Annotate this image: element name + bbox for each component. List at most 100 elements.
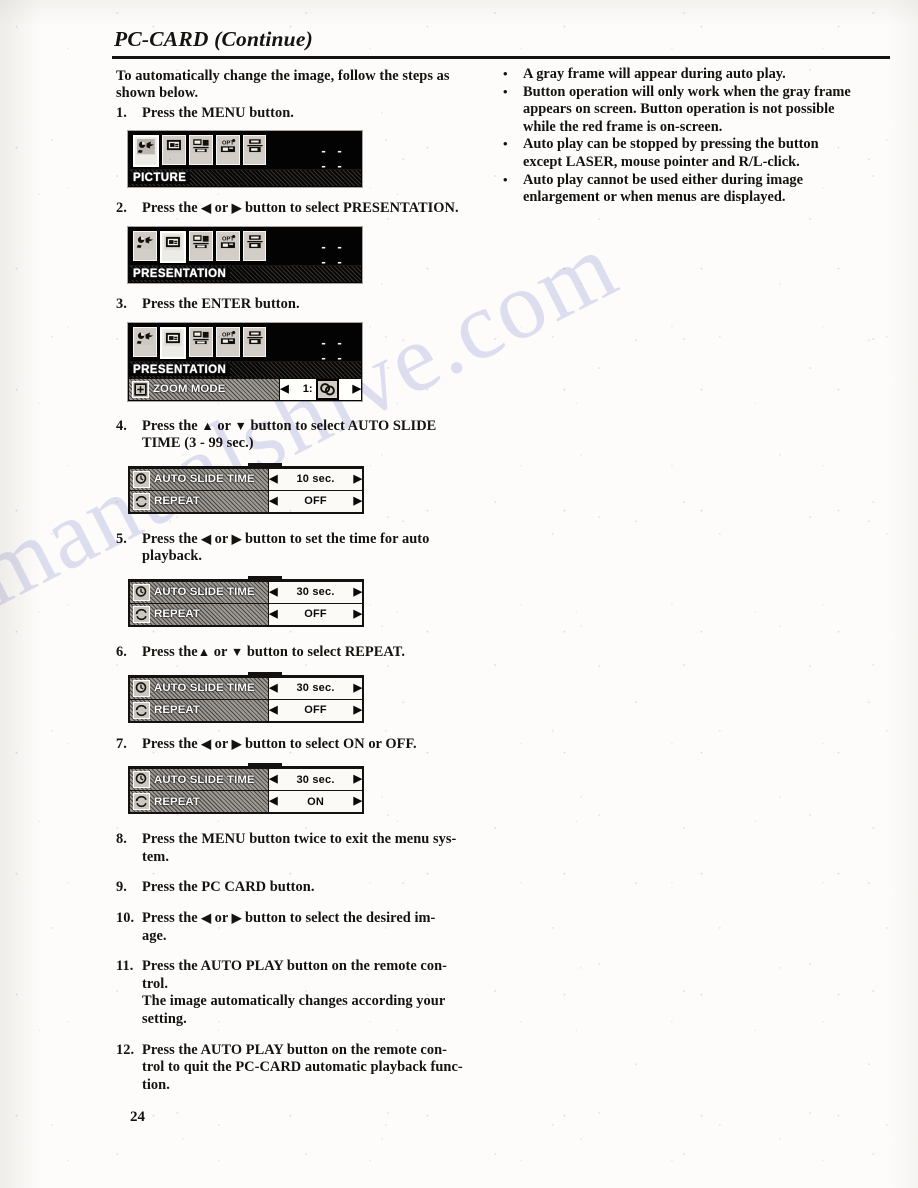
auto-slide-time-row[interactable]: AUTO SLIDE TIME ◀ 30 sec. ▶	[130, 768, 362, 791]
right-arrow-icon[interactable]: ▶	[354, 682, 362, 694]
auto-slide-time-value-cell: ◀ 10 sec. ▶	[268, 468, 362, 490]
signal-icon[interactable]	[188, 231, 213, 261]
setup-icon[interactable]	[242, 231, 267, 261]
step-2-number: 2.	[116, 200, 127, 217]
right-arrow-icon[interactable]: ▶	[354, 796, 362, 807]
header-rule	[112, 56, 890, 59]
repeat-icon-glyph	[134, 493, 149, 509]
setup-icon[interactable]	[242, 135, 267, 166]
step-10-text-mid: or	[211, 909, 232, 926]
repeat-value: ON	[307, 795, 324, 808]
left-arrow-icon[interactable]: ◀	[269, 774, 277, 785]
left-arrow-icon: ◀	[201, 736, 212, 751]
left-arrow-icon[interactable]: ◀	[269, 704, 277, 716]
panel-notch	[248, 575, 282, 581]
step-11-text-sub: trol.	[142, 975, 168, 992]
presentation-icon[interactable]	[159, 231, 186, 263]
repeat-row[interactable]: REPEAT ◀ OFF ▶	[130, 489, 362, 512]
right-arrow-icon[interactable]: ▶	[354, 608, 362, 620]
step-7: 7. Press the ◀ or ▶ button to select ON …	[116, 736, 488, 754]
left-arrow-icon[interactable]: ◀	[269, 495, 277, 507]
osd-dashes: - - - -	[321, 239, 346, 269]
picture-icon-glyph	[136, 234, 154, 250]
step-11-text-sub2: The image automatically changes accordin…	[142, 993, 446, 1010]
panel-step7: AUTO SLIDE TIME ◀ 30 sec. ▶ REPEAT ◀ ON …	[128, 763, 364, 815]
left-arrow-icon: ◀	[201, 201, 212, 216]
picture-icon[interactable]	[133, 231, 157, 261]
presentation-icon[interactable]	[159, 326, 186, 359]
auto-slide-time-row[interactable]: AUTO SLIDE TIME ◀ 10 sec. ▶	[130, 467, 362, 490]
zoom-mode-row[interactable]: ZOOM MODE ◀ 1: ▶	[129, 377, 361, 400]
picture-icon[interactable]	[133, 326, 157, 357]
right-arrow-icon[interactable]: ▶	[354, 586, 362, 598]
auto-slide-time-row[interactable]: AUTO SLIDE TIME ◀ 30 sec. ▶	[130, 676, 362, 699]
zoom-mode-icon-glyph	[133, 381, 148, 397]
auto-slide-time-row[interactable]: AUTO SLIDE TIME ◀ 30 sec. ▶	[130, 580, 362, 603]
down-arrow-icon: ▼	[234, 418, 247, 433]
left-arrow-icon[interactable]: ◀	[269, 586, 277, 598]
left-arrow-icon[interactable]: ◀	[269, 608, 277, 620]
setup-icon[interactable]	[242, 326, 267, 357]
step-5-text-sub: playback.	[142, 548, 203, 565]
signal-icon[interactable]	[188, 326, 213, 357]
step-1: 1. Press the MENU button.	[116, 105, 488, 123]
step-6-text-mid: or	[210, 643, 231, 660]
signal-icon[interactable]	[188, 135, 213, 166]
zoom-mode-value: 1:	[303, 378, 339, 400]
zoom-mode-value-cell: ◀ 1: ▶	[279, 378, 361, 400]
repeat-label-cell: REPEAT	[130, 603, 269, 625]
left-arrow-icon[interactable]: ◀	[269, 473, 277, 485]
auto-slide-time-label-cell: AUTO SLIDE TIME	[130, 677, 269, 699]
step-10-text-pre: Press the	[142, 909, 202, 926]
right-arrow-icon[interactable]: ▶	[353, 383, 361, 395]
option-icon[interactable]: OPT	[215, 231, 240, 261]
panel-notch	[248, 462, 282, 468]
repeat-row[interactable]: REPEAT ◀ OFF ▶	[130, 602, 362, 625]
step-6-text-pre: Press the	[142, 643, 198, 660]
repeat-label: REPEAT	[154, 495, 200, 508]
step-11-number: 11.	[116, 958, 134, 975]
step-6-number: 6.	[116, 643, 127, 660]
step-4-text-pre: Press the	[142, 417, 202, 434]
left-arrow-icon[interactable]: ◀	[269, 682, 277, 694]
right-arrow-icon[interactable]: ▶	[354, 495, 362, 507]
step-11-text: Press the AUTO PLAY button on the remote…	[142, 958, 447, 975]
step-11-text-sub3: setting.	[142, 1010, 187, 1027]
option-icon[interactable]: OPT	[215, 326, 240, 357]
osd-menu-label: PRESENTATION	[129, 363, 231, 376]
step-2-text-pre: Press the	[142, 200, 202, 217]
step-8: 8. Press the MENU button twice to exit t…	[116, 831, 488, 866]
step-9-number: 9.	[116, 879, 127, 896]
repeat-label-cell: REPEAT	[130, 699, 269, 721]
picture-icon-glyph	[136, 329, 154, 345]
bullet-icon: •	[503, 83, 508, 99]
auto-slide-time-value-cell: ◀ 30 sec. ▶	[268, 769, 362, 791]
auto-slide-time-label-cell: AUTO SLIDE TIME	[130, 581, 269, 603]
presentation-icon[interactable]	[161, 135, 186, 166]
picture-icon[interactable]	[133, 135, 159, 168]
notes-column: • A gray frame will appear during auto p…	[497, 66, 859, 207]
osd-menu-picture: OPT - - - - PICTURE	[128, 131, 362, 188]
right-arrow-icon[interactable]: ▶	[354, 473, 362, 485]
step-5: 5. Press the ◀ or ▶ button to set the ti…	[116, 531, 488, 566]
repeat-row[interactable]: REPEAT ◀ ON ▶	[130, 790, 362, 813]
osd-dashes: - - - -	[321, 334, 346, 365]
step-10-text-post: button to select the desired im-	[241, 909, 436, 926]
left-arrow-icon[interactable]: ◀	[280, 383, 288, 395]
step-4-text-sub: TIME (3 - 99 sec.)	[142, 435, 254, 452]
auto-slide-time-label: AUTO SLIDE TIME	[154, 682, 255, 695]
repeat-row[interactable]: REPEAT ◀ OFF ▶	[130, 698, 362, 721]
setup-icon-glyph	[245, 234, 264, 250]
right-arrow-icon[interactable]: ▶	[354, 774, 362, 785]
step-3-number: 3.	[116, 296, 127, 312]
option-icon[interactable]: OPT	[215, 135, 240, 166]
note-text: Auto play can be stopped by pressing the…	[523, 136, 819, 170]
step-11: 11. Press the AUTO PLAY button on the re…	[116, 958, 488, 1028]
step-2-text-post: button to select PRESENTATION.	[241, 200, 459, 217]
step-1-text: Press the MENU button.	[142, 104, 294, 121]
repeat-label: REPEAT	[154, 608, 200, 621]
note-text: Auto play cannot be used either during i…	[523, 171, 803, 206]
right-arrow-icon[interactable]: ▶	[354, 704, 362, 716]
right-arrow-icon: ▶	[231, 736, 242, 751]
left-arrow-icon[interactable]: ◀	[269, 796, 277, 807]
